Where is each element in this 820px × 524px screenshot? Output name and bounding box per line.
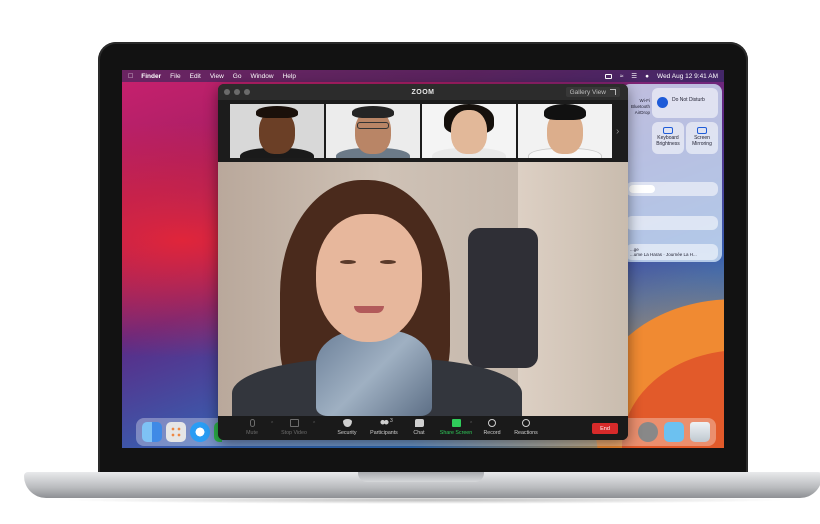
stop-video-label: Stop Video xyxy=(281,430,307,436)
participants-count: 3 xyxy=(390,418,393,424)
participant-tile[interactable] xyxy=(326,104,420,158)
keyboard-brightness-icon xyxy=(663,127,673,134)
stop-video-button[interactable]: Stop Video xyxy=(274,419,314,436)
screen-mirroring-tile[interactable]: Screen Mirroring xyxy=(686,122,718,154)
system-preferences-icon[interactable] xyxy=(638,422,658,442)
menu-clock[interactable]: Wed Aug 12 9:41 AM xyxy=(657,73,718,80)
participant-tile[interactable] xyxy=(518,104,612,158)
window-controls xyxy=(224,89,250,95)
camera-icon xyxy=(289,419,299,427)
participants-button[interactable]: Participants xyxy=(364,419,404,436)
zoom-window-button[interactable] xyxy=(244,89,250,95)
security-label: Security xyxy=(337,430,357,436)
end-meeting-button[interactable]: End xyxy=(592,423,618,434)
gallery-view-label: Gallery View xyxy=(569,88,606,96)
menu-edit[interactable]: Edit xyxy=(190,73,201,80)
smile xyxy=(354,306,384,313)
battery-icon[interactable] xyxy=(604,73,612,79)
keyboard-brightness-label: Keyboard Brightness xyxy=(656,135,680,147)
launchpad-icon[interactable] xyxy=(166,422,186,442)
sound-volume-slider[interactable] xyxy=(626,216,718,230)
participant-hair xyxy=(352,106,394,118)
apple-logo-icon[interactable]:  xyxy=(128,73,133,80)
menu-bar:  Finder File Edit View Go Window Help ≈… xyxy=(122,70,724,82)
participant-strip: › xyxy=(218,100,628,160)
siri-icon[interactable]: ● xyxy=(645,73,649,80)
shield-icon xyxy=(342,419,352,427)
participant-face xyxy=(451,110,487,154)
chat-label: Chat xyxy=(413,430,425,436)
keyboard-brightness-tile[interactable]: Keyboard Brightness xyxy=(652,122,684,154)
laptop-opening-notch xyxy=(358,472,484,482)
chat-icon xyxy=(414,419,424,427)
close-window-button[interactable] xyxy=(224,89,230,95)
eye xyxy=(340,260,356,264)
do-not-disturb-tile[interactable]: Do Not Disturb xyxy=(652,88,718,118)
menu-view[interactable]: View xyxy=(210,73,224,80)
laptop-screen:  Finder File Edit View Go Window Help ≈… xyxy=(122,70,724,448)
microphone-icon xyxy=(249,419,255,427)
downloads-folder-icon[interactable] xyxy=(664,422,684,442)
security-button[interactable]: Security xyxy=(327,419,367,436)
record-label: Record xyxy=(483,430,501,436)
video-options-caret-icon[interactable]: ⌃ xyxy=(312,421,316,427)
gallery-view-button[interactable]: Gallery View xyxy=(565,87,620,97)
now-playing-tile[interactable]: ...ge ...ume La Haras · Journée La H... xyxy=(626,244,718,260)
participant-hair xyxy=(256,106,298,118)
safari-icon[interactable] xyxy=(190,422,210,442)
wifi-icon[interactable]: ≈ xyxy=(620,73,624,80)
chair xyxy=(468,228,538,368)
eye xyxy=(380,260,396,264)
expand-icon xyxy=(610,89,616,95)
meeting-controls: Mute ⌃ Stop Video ⌃ Security Participant… xyxy=(218,416,628,440)
participant-tile[interactable] xyxy=(230,104,324,158)
record-icon xyxy=(488,419,496,427)
zoom-title-bar[interactable]: ZOOM Gallery View xyxy=(218,84,628,100)
screen-mirroring-label: Screen Mirroring xyxy=(692,135,712,147)
control-center-panel: Wi-Fi Bluetooth AirDrop Do Not Disturb Key… xyxy=(622,84,722,262)
speaker-face xyxy=(316,214,422,342)
minimize-window-button[interactable] xyxy=(234,89,240,95)
active-speaker-video[interactable] xyxy=(218,162,628,416)
share-screen-icon xyxy=(451,419,461,427)
menu-finder[interactable]: Finder xyxy=(141,73,161,80)
glasses xyxy=(357,122,389,129)
moon-icon xyxy=(657,97,668,108)
finder-icon[interactable] xyxy=(142,422,162,442)
speaker-scarf xyxy=(316,330,432,416)
now-playing-artist: ...ume La Haras · Journée La H... xyxy=(630,252,697,257)
participant-tile[interactable] xyxy=(422,104,516,158)
menu-window[interactable]: Window xyxy=(250,73,273,80)
screen-mirroring-icon xyxy=(697,127,707,134)
mute-label: Mute xyxy=(246,430,258,436)
participants-label: Participants xyxy=(370,430,398,436)
reactions-button[interactable]: Reactions xyxy=(506,419,546,436)
participant-hair xyxy=(544,104,586,120)
window-title: ZOOM xyxy=(411,88,435,96)
menu-file[interactable]: File xyxy=(170,73,180,80)
menu-go[interactable]: Go xyxy=(233,73,242,80)
trash-icon[interactable] xyxy=(690,422,710,442)
display-brightness-slider[interactable] xyxy=(626,182,718,196)
chat-button[interactable]: Chat xyxy=(399,419,439,436)
control-center-cut-text: Wi-Fi Bluetooth AirDrop xyxy=(630,98,650,115)
zoom-window: ZOOM Gallery View › Mute ⌃ Stop Video ⌃ … xyxy=(218,84,628,440)
mute-button[interactable]: Mute xyxy=(232,419,272,436)
share-screen-label: Share Screen xyxy=(439,430,473,436)
participants-icon xyxy=(379,419,389,427)
control-center-icon[interactable]: ☰ xyxy=(631,72,637,80)
do-not-disturb-label: Do Not Disturb xyxy=(672,97,705,103)
menu-help[interactable]: Help xyxy=(283,73,296,80)
next-page-arrow-icon[interactable]: › xyxy=(616,126,619,137)
display-brightness-fill xyxy=(629,185,655,193)
reactions-label: Reactions xyxy=(514,430,538,436)
reactions-icon xyxy=(522,419,530,427)
